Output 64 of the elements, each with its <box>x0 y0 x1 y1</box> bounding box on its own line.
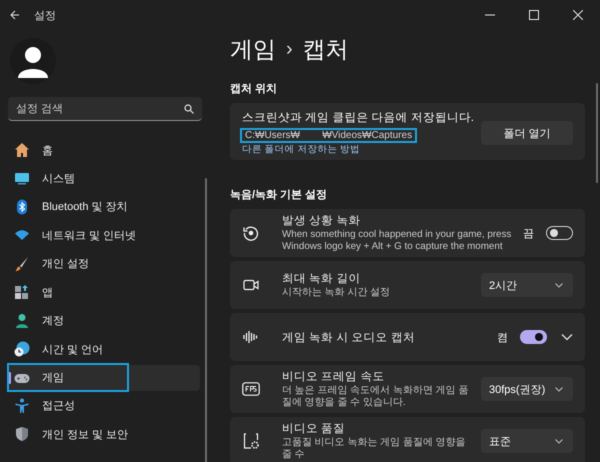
toggle-switch[interactable] <box>546 226 573 240</box>
nav-item[interactable]: 게임 <box>8 364 200 390</box>
help-link[interactable]: 다른 폴더에 저장하는 방법 <box>242 143 481 156</box>
setting-description: 고품질 비디오 녹화는 게임 품질에 영향을 줄 수 <box>282 437 467 461</box>
setting-title: 게임 녹화 시 오디오 캡처 <box>282 330 416 344</box>
dropdown[interactable]: 30fps(권장) <box>481 377 573 401</box>
open-folder-button[interactable]: 폴더 열기 <box>481 121 573 145</box>
monitor-icon <box>14 170 30 186</box>
nav-item[interactable]: 개인 설정 <box>8 250 200 277</box>
person-icon <box>14 312 30 329</box>
bluetooth-icon <box>14 198 30 215</box>
setting-title: 최대 녹화 길이 <box>282 272 362 286</box>
chevron-down-icon <box>555 386 563 392</box>
folder-path: C:₩Users₩ ₩Videos₩Captures <box>242 130 416 141</box>
dropdown[interactable]: 2시간 <box>481 273 573 297</box>
nav-item[interactable]: 앱 <box>8 279 200 306</box>
dropdown[interactable]: 표준 <box>481 429 573 453</box>
person-silhouette-icon <box>16 44 50 78</box>
scrollbar[interactable] <box>205 178 207 462</box>
section-heading: 캡처 위치 <box>230 83 278 96</box>
window-title: 설정 <box>34 8 56 22</box>
nav-item[interactable]: 시스템 <box>8 165 200 192</box>
avatar[interactable] <box>10 38 56 84</box>
nav-item[interactable]: 시간 및 언어 <box>8 336 200 362</box>
breadcrumb-parent[interactable]: 게임 <box>230 34 276 64</box>
nav-item[interactable]: 홈 <box>8 137 200 163</box>
close-icon[interactable] <box>573 10 583 20</box>
scrollbar[interactable] <box>596 83 598 183</box>
chevron-down-icon[interactable] <box>561 333 573 341</box>
video-settings-icon <box>243 433 259 449</box>
setting-description: 더 높은 프레임 속도에서 녹화하면 게임 품질에 영향을 줄 수 있습니다. <box>282 385 470 409</box>
setting-title: 비디오 품질 <box>282 422 346 436</box>
nav-item[interactable]: Bluetooth 및 장치 <box>8 194 200 220</box>
setting-description: When something cool happened in your game, press Windows logo key + Alt + G to capture the moment <box>282 229 512 253</box>
back-arrow-icon[interactable] <box>10 10 20 20</box>
chevron-down-icon <box>555 438 563 444</box>
nav-item[interactable]: 접근성 <box>8 392 200 419</box>
save-location-text: 스크린샷과 게임 클립은 다음에 저장됩니다. <box>242 111 475 125</box>
accessibility-icon <box>14 398 30 414</box>
chevron-down-icon <box>555 282 563 288</box>
setting-title: 발생 상황 녹화 <box>282 214 362 228</box>
page-title: 캡처 <box>302 34 349 64</box>
replay-icon <box>243 225 259 241</box>
toggle-state-label: 끔 <box>523 226 534 240</box>
section-heading: 녹음/녹화 기본 설정 <box>230 189 328 202</box>
home-icon <box>14 142 30 158</box>
brush-icon <box>14 256 30 272</box>
nav-item[interactable]: 계정 <box>8 308 200 334</box>
toggle-switch[interactable] <box>520 330 547 344</box>
fps-icon <box>242 382 260 396</box>
search-field[interactable]: 설정 검색 <box>8 97 202 121</box>
nav-item[interactable]: 네트워크 및 인터넷 <box>8 222 200 248</box>
maximize-icon[interactable] <box>529 10 539 20</box>
video-camera-icon <box>243 277 259 293</box>
setting-title: 비디오 프레임 속도 <box>282 370 386 384</box>
setting-description: 시작하는 녹화 시간 설정 <box>282 287 392 299</box>
apps-icon <box>14 284 30 300</box>
nav-item[interactable]: 개인 정보 및 보안 <box>8 421 200 448</box>
globe-clock-icon <box>14 341 30 358</box>
shield-icon <box>14 426 30 442</box>
search-icon <box>184 104 194 114</box>
sound-wave-icon <box>243 329 259 345</box>
breadcrumb-separator: › <box>286 38 293 60</box>
toggle-state-label: 켬 <box>497 330 508 344</box>
